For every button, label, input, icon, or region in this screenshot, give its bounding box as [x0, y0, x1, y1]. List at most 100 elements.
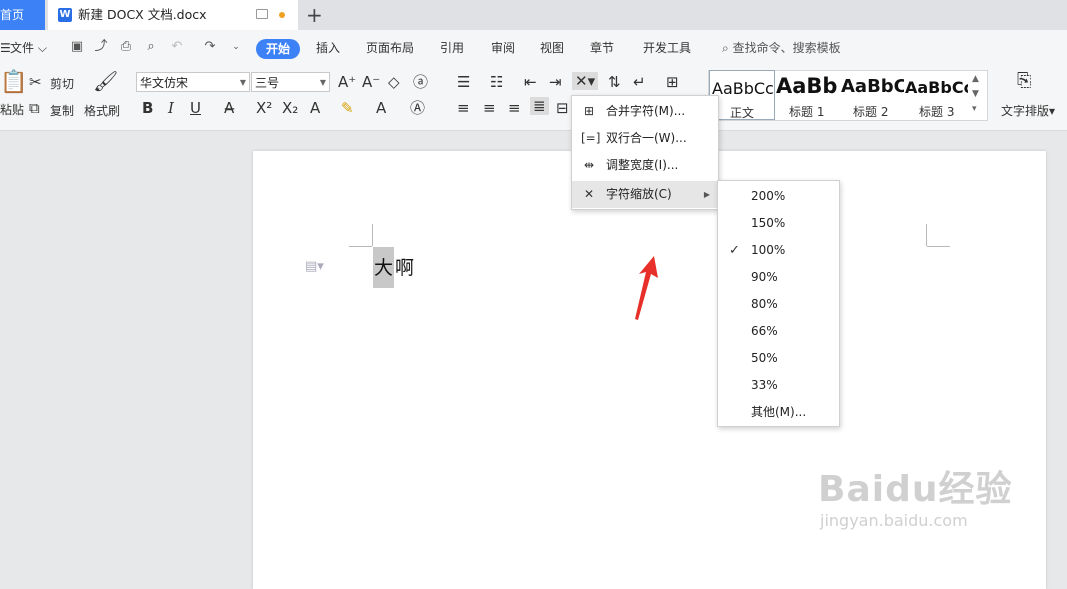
- command-search[interactable]: ⌕ 查找命令、搜索模板: [722, 30, 841, 66]
- menu-item-adjust-width[interactable]: ⇹ 调整宽度(I)...: [572, 152, 718, 179]
- tab-document[interactable]: W 新建 DOCX 文档.docx: [48, 0, 298, 30]
- numbered-list-icon[interactable]: ☷: [490, 73, 503, 91]
- char-scale-icon: ✕: [583, 187, 595, 201]
- paste-icon[interactable]: 📋: [0, 72, 27, 94]
- copy-button[interactable]: 复制: [50, 102, 74, 119]
- command-search-placeholder: 查找命令、搜索模板: [732, 41, 841, 55]
- style-sample: AaBbCc: [905, 78, 968, 97]
- style-label: 标题 3: [919, 105, 955, 118]
- font-color-icon[interactable]: A: [376, 99, 386, 117]
- tab-developer[interactable]: 开发工具: [643, 30, 691, 66]
- print-preview-icon[interactable]: ⌕: [144, 40, 158, 54]
- scale-option[interactable]: 200%: [718, 183, 839, 210]
- copy-icon[interactable]: ⧉: [29, 99, 40, 117]
- strikethrough-icon[interactable]: A̶: [224, 99, 234, 117]
- customize-quick-access-icon[interactable]: ⌄: [229, 40, 243, 54]
- save-icon[interactable]: ▣: [70, 40, 84, 54]
- scale-option[interactable]: 50%: [718, 345, 839, 372]
- align-left-icon[interactable]: ≡: [457, 99, 470, 117]
- font-size-select[interactable]: 三号 ▼: [251, 72, 330, 92]
- style-heading-1[interactable]: AaBb 标题 1: [776, 70, 839, 118]
- paste-button[interactable]: 粘贴: [0, 101, 24, 118]
- phonetic-guide-icon[interactable]: ⓐ: [413, 73, 428, 91]
- cut-button[interactable]: 剪切: [50, 75, 74, 92]
- menu-item-label: 字符缩放(C): [606, 187, 672, 201]
- print-icon[interactable]: ⎙: [119, 40, 133, 54]
- style-sample: AaBbCc: [712, 79, 774, 98]
- checkmark-icon: ✓: [729, 243, 740, 258]
- watermark-brand: Baidu经验: [818, 469, 1013, 510]
- doc-char-selected[interactable]: 大: [374, 257, 393, 279]
- search-icon: ⌕: [722, 41, 729, 55]
- style-gallery-scroll-icon[interactable]: ▲ ▼ ▾: [972, 72, 979, 117]
- style-heading-2[interactable]: AaBbC 标题 2: [841, 70, 904, 118]
- writer-doc-icon: W: [58, 8, 72, 22]
- scale-option[interactable]: 66%: [718, 318, 839, 345]
- distribute-icon[interactable]: ⊟: [556, 99, 569, 117]
- tab-ruler-icon[interactable]: ⊞: [666, 73, 679, 91]
- redo-icon[interactable]: ↷: [203, 40, 217, 54]
- tab-start[interactable]: 开始: [256, 39, 300, 59]
- shrink-font-icon[interactable]: A⁻: [362, 73, 380, 91]
- scale-option-other[interactable]: 其他(M)...: [718, 399, 839, 426]
- cut-icon[interactable]: ✂: [29, 73, 42, 91]
- align-center-icon[interactable]: ≡: [483, 99, 496, 117]
- scale-option-checked[interactable]: ✓ 100%: [718, 237, 839, 264]
- subscript-icon[interactable]: X₂: [282, 99, 298, 117]
- justify-icon[interactable]: ≣: [530, 97, 549, 115]
- tab-review[interactable]: 审阅: [491, 30, 515, 66]
- text-layout-button[interactable]: 文字排版▾: [1001, 102, 1055, 119]
- text-layout-icon[interactable]: ⎘: [1017, 72, 1031, 90]
- undo-icon[interactable]: ↶: [170, 40, 184, 54]
- tab-references[interactable]: 引用: [440, 30, 464, 66]
- underline-icon[interactable]: U: [190, 99, 201, 117]
- chevron-down-icon: ▼: [239, 78, 246, 87]
- style-heading-3[interactable]: AaBbCc 标题 3: [905, 70, 968, 118]
- bullet-list-icon[interactable]: ☰: [457, 73, 470, 91]
- bold-icon[interactable]: B: [142, 99, 153, 117]
- sort-icon[interactable]: ⇅: [608, 73, 621, 91]
- clear-format-icon[interactable]: ◇: [388, 73, 400, 91]
- scale-option[interactable]: 33%: [718, 372, 839, 399]
- increase-indent-icon[interactable]: ⇥: [549, 73, 562, 91]
- chinese-layout-icon[interactable]: ✕▾: [572, 72, 599, 90]
- paragraph-handle-icon[interactable]: ▤▾: [305, 259, 324, 274]
- file-menu[interactable]: 文件 ⌵: [10, 30, 47, 66]
- format-painter-icon[interactable]: 🖌: [93, 71, 118, 91]
- chinese-layout-menu: ⊞ 合并字符(M)... [=] 双行合一(W)... ⇹ 调整宽度(I)...…: [571, 95, 719, 210]
- highlight-icon[interactable]: ✎: [341, 99, 354, 117]
- scale-option[interactable]: 90%: [718, 264, 839, 291]
- style-sample: AaBb: [776, 74, 838, 98]
- scale-option[interactable]: 150%: [718, 210, 839, 237]
- export-icon[interactable]: ⤴: [94, 40, 108, 54]
- menu-item-merge-chars[interactable]: ⊞ 合并字符(M)...: [572, 98, 718, 125]
- tab-section[interactable]: 章节: [590, 30, 614, 66]
- decrease-indent-icon[interactable]: ⇤: [524, 73, 537, 91]
- tab-insert[interactable]: 插入: [316, 30, 340, 66]
- crop-mark: [927, 246, 950, 247]
- grow-font-icon[interactable]: A⁺: [338, 73, 356, 91]
- scale-option-label: 50%: [751, 351, 778, 365]
- menu-item-two-lines-in-one[interactable]: [=] 双行合一(W)...: [572, 125, 718, 152]
- italic-icon[interactable]: I: [168, 99, 174, 117]
- baidu-watermark-logo: Baidu经验 jingyan.baidu.com: [818, 470, 1012, 532]
- tab-page-layout[interactable]: 页面布局: [366, 30, 414, 66]
- doc-char[interactable]: 啊: [395, 257, 414, 279]
- char-border-icon[interactable]: Ⓐ: [410, 99, 425, 117]
- menu-item-char-scale[interactable]: ✕ 字符缩放(C) ▶: [572, 181, 718, 208]
- text-effect-icon[interactable]: A: [310, 99, 320, 117]
- new-tab-button[interactable]: +: [306, 3, 323, 27]
- adjust-width-icon: ⇹: [583, 158, 595, 172]
- crop-mark: [349, 246, 372, 247]
- tab-document-title: 新建 DOCX 文档.docx: [78, 7, 207, 22]
- superscript-icon[interactable]: X²: [256, 99, 272, 117]
- font-family-select[interactable]: 华文仿宋 ▼: [136, 72, 250, 92]
- scale-option[interactable]: 80%: [718, 291, 839, 318]
- show-marks-icon[interactable]: ↵: [633, 73, 646, 91]
- monitor-icon[interactable]: [256, 9, 268, 19]
- tab-home[interactable]: 首页: [0, 0, 45, 30]
- crop-mark: [926, 224, 927, 246]
- align-right-icon[interactable]: ≡: [508, 99, 521, 117]
- format-painter-button[interactable]: 格式刷: [84, 102, 120, 119]
- tab-view[interactable]: 视图: [540, 30, 564, 66]
